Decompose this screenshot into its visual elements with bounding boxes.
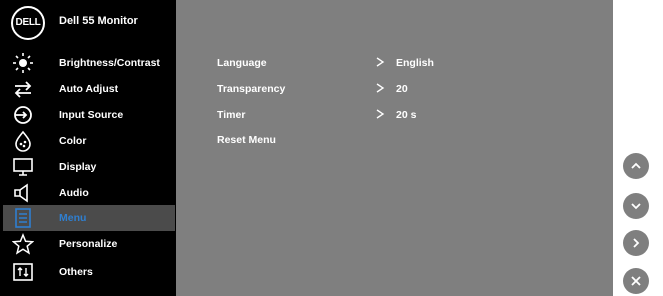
- sidebar: DELL Dell 55 Monitor Brightness/Contrast: [3, 0, 175, 296]
- others-icon: [13, 263, 33, 281]
- sidebar-item-label: Color: [59, 135, 87, 147]
- brightness-icon: [13, 53, 33, 73]
- transparency-value: 20: [396, 83, 408, 95]
- sidebar-item-label: Input Source: [59, 109, 124, 121]
- sidebar-item-auto-adjust[interactable]: Auto Adjust: [3, 76, 175, 102]
- auto-adjust-icon: [14, 81, 32, 98]
- right-button[interactable]: [623, 230, 649, 256]
- close-icon: [631, 276, 641, 286]
- content-panel: Language English Transparency 20 Timer 2…: [176, 0, 613, 296]
- sidebar-item-label: Others: [59, 266, 93, 278]
- sidebar-item-label: Brightness/Contrast: [59, 57, 160, 69]
- sidebar-item-label: Auto Adjust: [59, 83, 119, 95]
- sidebar-item-input-source[interactable]: Input Source: [3, 102, 175, 128]
- sidebar-item-personalize[interactable]: Personalize: [3, 231, 175, 257]
- sidebar-item-label: Audio: [59, 187, 89, 199]
- menu-icon: [15, 208, 31, 228]
- sidebar-item-brightness-contrast[interactable]: Brightness/Contrast: [3, 50, 175, 76]
- sidebar-item-others[interactable]: Others: [3, 259, 175, 285]
- star-icon: [12, 233, 34, 255]
- sidebar-item-label: Menu: [59, 212, 87, 224]
- chevron-up-icon: [631, 162, 641, 169]
- chevron-down-icon: [631, 203, 641, 210]
- menu-option-language[interactable]: Language: [217, 57, 267, 69]
- menu-option-reset-menu[interactable]: Reset Menu: [217, 134, 276, 146]
- sidebar-item-display[interactable]: Display: [3, 154, 175, 180]
- chevron-right-icon: [376, 83, 385, 93]
- osd-menu: DELL Dell 55 Monitor Brightness/Contrast: [0, 0, 613, 296]
- sidebar-item-audio[interactable]: Audio: [3, 180, 175, 206]
- close-button[interactable]: [623, 268, 649, 294]
- sidebar-item-color[interactable]: Color: [3, 128, 175, 154]
- sidebar-item-menu[interactable]: Menu: [3, 205, 175, 231]
- color-icon: [15, 130, 31, 152]
- display-icon: [13, 158, 33, 176]
- menu-option-timer[interactable]: Timer: [217, 109, 245, 121]
- input-source-icon: [14, 106, 32, 124]
- dell-logo: DELL: [11, 6, 45, 40]
- sidebar-item-label: Display: [59, 161, 97, 173]
- menu-option-transparency[interactable]: Transparency: [217, 83, 285, 95]
- down-button[interactable]: [623, 193, 649, 219]
- osd-header: DELL Dell 55 Monitor: [3, 0, 175, 46]
- chevron-right-icon: [376, 57, 385, 67]
- chevron-right-icon: [376, 109, 385, 119]
- page-title: Dell 55 Monitor: [59, 15, 138, 27]
- audio-icon: [14, 183, 28, 203]
- sidebar-item-label: Personalize: [59, 238, 118, 250]
- language-value: English: [396, 57, 434, 69]
- chevron-right-icon: [633, 238, 640, 248]
- up-button[interactable]: [623, 153, 649, 179]
- timer-value: 20 s: [396, 109, 417, 121]
